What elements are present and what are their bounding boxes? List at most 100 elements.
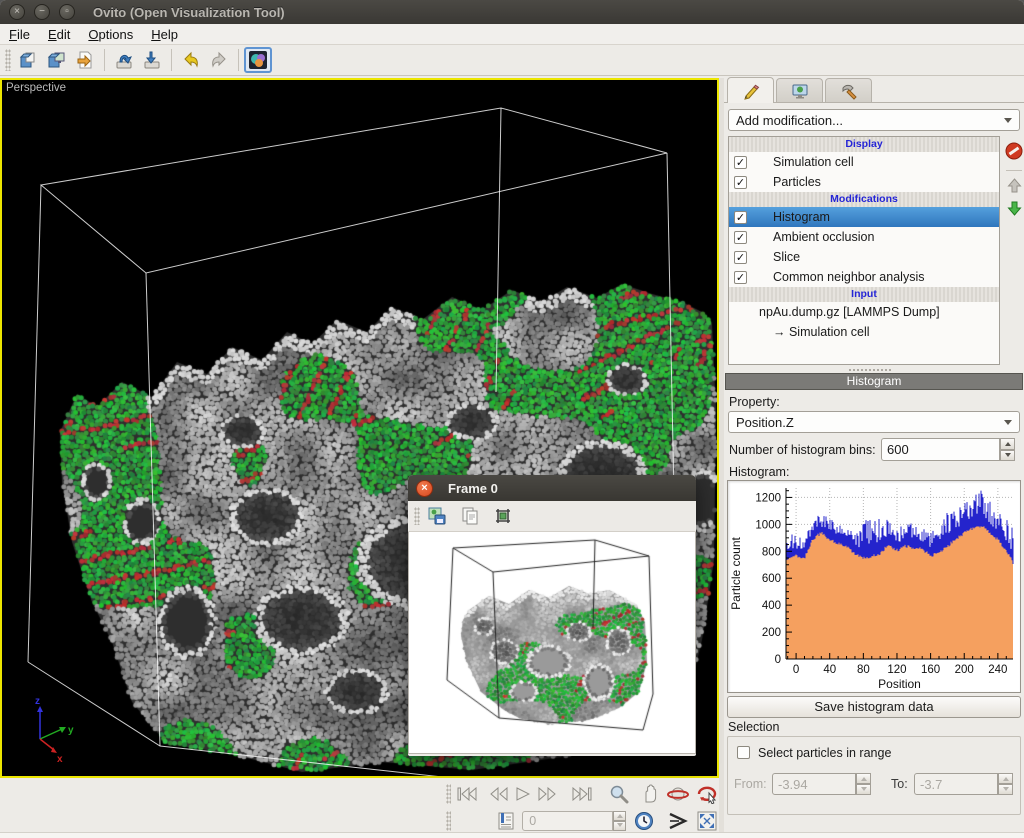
pipeline-item[interactable]: ✓ Slice [729,247,999,267]
toolbar-separator [171,49,172,71]
pipeline-item[interactable]: npAu.dump.gz [LAMMPS Dump] [729,302,999,322]
tab-utilities[interactable] [825,78,872,102]
pipeline-item[interactable]: ✓Simulation cell [729,152,999,172]
window-titlebar: × − ▫ Ovito (Open Visualization Tool) [0,0,1024,24]
bins-spinbox[interactable]: 600 [881,438,1000,461]
pan-mode-button[interactable] [637,782,660,806]
previous-frame-button[interactable] [487,782,511,805]
window-close-button[interactable]: × [9,4,25,20]
play-icon [516,787,530,801]
redo-button[interactable] [205,47,233,73]
maximize-viewport-button[interactable] [695,809,719,833]
tab-render[interactable] [776,78,823,102]
render-active-viewport-icon [249,51,267,69]
menu-edit[interactable]: Edit [39,25,79,44]
pipeline-item-checkbox[interactable]: ✓ [734,156,747,169]
crop-image-icon [493,506,513,526]
trackbar-toggle-button[interactable] [495,809,519,833]
from-spinbox[interactable]: -3.94 [772,773,856,795]
from-value: -3.94 [778,777,808,792]
toolbar-drag-handle[interactable] [5,49,11,71]
bins-spinner[interactable] [1000,438,1015,461]
move-down-button[interactable] [1006,200,1023,217]
menu-file[interactable]: File [0,25,39,44]
add-modification-label: Add modification... [736,113,843,128]
svg-text:1200: 1200 [755,492,781,504]
animation-settings-button[interactable] [632,809,656,833]
pipeline-item[interactable]: → Simulation cell [729,322,999,342]
pipeline-item[interactable]: ✓Histogram [729,207,999,227]
window-maximize-button[interactable]: ▫ [59,4,75,20]
command-panel: Add modification... Display✓Simulation c… [724,76,1024,832]
pipeline-item-checkbox[interactable]: ✓ [734,176,747,189]
save-state-button[interactable] [138,47,166,73]
pipeline-item-checkbox[interactable]: ✓ [734,231,747,244]
frame-window-toolbar [408,501,696,532]
viewport-caption[interactable]: Perspective [6,82,66,94]
copy-image-icon [460,506,480,526]
load-state-button[interactable] [110,47,138,73]
pipeline-item-checkbox[interactable]: ✓ [734,251,747,264]
open-file-button[interactable] [15,47,43,73]
frame-spinner[interactable] [613,811,626,831]
to-spinner[interactable] [998,773,1013,795]
pipeline-item-checkbox[interactable]: ✓ [734,211,747,224]
copy-image-button[interactable] [457,504,483,528]
add-modification-dropdown[interactable]: Add modification... [728,109,1020,131]
next-frame-icon [538,787,556,801]
jump-to-start-button[interactable] [455,782,479,805]
jump-to-end-icon [572,787,592,801]
pick-orbit-center-button[interactable] [696,782,719,806]
next-frame-button[interactable] [535,782,559,805]
delete-modifier-button[interactable] [1005,142,1023,160]
save-histogram-button[interactable]: Save histogram data [727,696,1021,718]
select-range-label: Select particles in range [758,746,891,760]
spin-down-icon[interactable] [1000,450,1015,462]
frame-window-canvas-area [408,532,696,754]
toolbar-drag-handle[interactable] [446,811,451,831]
from-spinner[interactable] [856,773,871,795]
frame-window-titlebar[interactable]: × Frame 0 [408,475,696,501]
zoom-mode-button[interactable] [608,782,631,806]
select-range-checkbox[interactable] [737,746,750,759]
spin-up-icon[interactable] [1000,438,1015,450]
undo-button[interactable] [177,47,205,73]
render-active-viewport-button[interactable] [244,47,272,73]
svg-text:120: 120 [887,664,906,676]
menu-help[interactable]: Help [142,25,187,44]
pipeline-item-checkbox[interactable]: ✓ [734,271,747,284]
from-label: From: [734,777,767,791]
export-file-button[interactable] [71,47,99,73]
pipeline-item[interactable]: ✓Ambient occlusion [729,227,999,247]
frame-window-close-button[interactable]: × [416,480,433,497]
pipeline-item-label: Common neighbor analysis [773,270,924,284]
svg-text:800: 800 [762,546,781,558]
pipeline-item-label: Slice [773,250,800,264]
pick-orbit-center-icon [696,784,718,804]
tab-modify[interactable] [727,77,774,103]
pipeline-item[interactable]: ✓ Common neighbor analysis [729,267,999,287]
rendered-image [409,532,695,754]
crop-image-button[interactable] [490,504,516,528]
pipeline-item[interactable]: ✓Particles [729,172,999,192]
frame-toolbar-handle[interactable] [414,507,420,525]
load-state-icon [113,49,135,71]
property-dropdown[interactable]: Position.Z [728,411,1020,433]
toolbar-drag-handle[interactable] [446,784,451,804]
move-up-button[interactable] [1006,177,1023,194]
window-minimize-button[interactable]: − [34,4,50,20]
svg-text:0: 0 [793,664,799,676]
menu-options[interactable]: Options [79,25,142,44]
orbit-mode-button[interactable] [666,782,689,806]
play-button[interactable] [511,782,535,805]
render-frame-window[interactable]: × Frame 0 [408,475,696,756]
bins-value: 600 [887,442,909,457]
save-image-button[interactable] [424,504,450,528]
frame-spinbox[interactable]: 0 [522,811,613,831]
redo-icon [208,49,230,71]
to-spinbox[interactable]: -3.7 [914,773,998,795]
field-of-view-button[interactable] [666,809,690,833]
open-remote-file-button[interactable] [43,47,71,73]
pipeline-item-label: npAu.dump.gz [LAMMPS Dump] [759,305,940,319]
jump-to-end-button[interactable] [570,782,594,805]
